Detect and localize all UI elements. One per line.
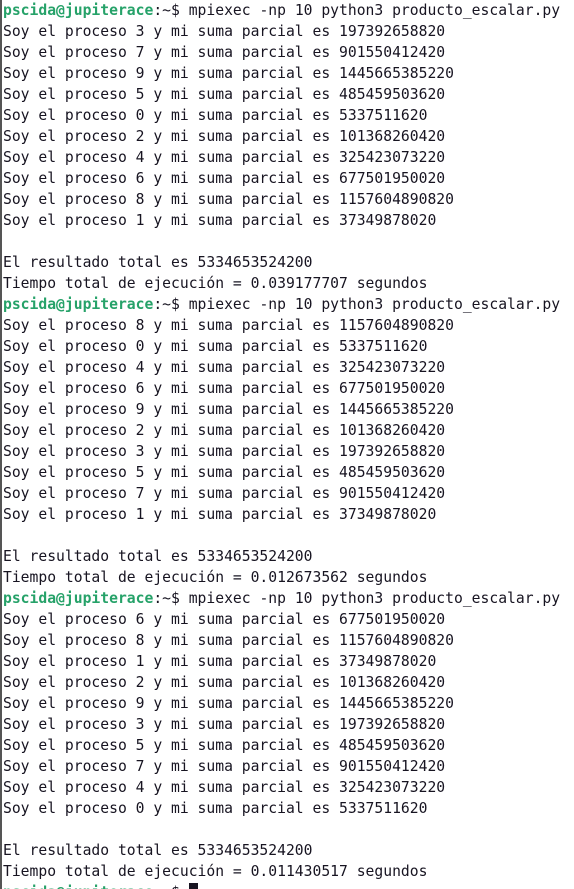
prompt-user-host: pscida@jupiterace <box>3 590 154 607</box>
output-line: El resultado total es 5334653524200 <box>3 254 313 271</box>
output-line: Soy el proceso 3 y mi suma parcial es 19… <box>3 716 446 733</box>
output-line: Soy el proceso 0 y mi suma parcial es 53… <box>3 107 428 124</box>
output-line: Tiempo total de ejecución = 0.011430517 … <box>3 863 428 880</box>
output-line: Soy el proceso 2 y mi suma parcial es 10… <box>3 422 446 439</box>
output-line: Soy el proceso 4 y mi suma parcial es 32… <box>3 149 446 166</box>
output-line: Tiempo total de ejecución = 0.012673562 … <box>3 569 428 586</box>
output-line: Soy el proceso 7 y mi suma parcial es 90… <box>3 758 446 775</box>
prompt-separator: :~$ <box>153 296 189 313</box>
output-line: Soy el proceso 1 y mi suma parcial es 37… <box>3 506 437 523</box>
output-line: El resultado total es 5334653524200 <box>3 548 313 565</box>
command-text: mpiexec -np 10 python3 producto_escalar.… <box>188 2 561 19</box>
prompt-user-host: pscida@jupiterace <box>3 296 154 313</box>
prompt-separator: :~$ <box>153 884 188 889</box>
output-line: Soy el proceso 2 y mi suma parcial es 10… <box>3 674 446 691</box>
prompt-separator: :~$ <box>153 590 189 607</box>
terminal-window[interactable]: pscida@jupiterace:~$ mpiexec -np 10 pyth… <box>0 0 574 889</box>
prompt-separator: :~$ <box>153 2 189 19</box>
prompt-line: pscida@jupiterace:~$ mpiexec -np 10 pyth… <box>3 0 560 21</box>
output-line: Soy el proceso 7 y mi suma parcial es 90… <box>3 485 446 502</box>
output-line: Soy el proceso 0 y mi suma parcial es 53… <box>3 338 428 355</box>
terminal-output: pscida@jupiterace:~$ mpiexec -np 10 pyth… <box>3 0 560 889</box>
output-line: Soy el proceso 6 y mi suma parcial es 67… <box>3 380 446 397</box>
output-line: Soy el proceso 1 y mi suma parcial es 37… <box>3 653 437 670</box>
prompt-line: pscida@jupiterace:~$ <box>3 882 560 889</box>
prompt-user-host: pscida@jupiterace <box>3 884 153 889</box>
output-line: Soy el proceso 5 y mi suma parcial es 48… <box>3 737 446 754</box>
output-line: Soy el proceso 3 y mi suma parcial es 19… <box>3 443 446 460</box>
output-line: Soy el proceso 0 y mi suma parcial es 53… <box>3 800 428 817</box>
prompt-line: pscida@jupiterace:~$ mpiexec -np 10 pyth… <box>3 294 560 315</box>
command-text: mpiexec -np 10 python3 producto_escalar.… <box>188 590 561 607</box>
output-line: Soy el proceso 1 y mi suma parcial es 37… <box>3 212 437 229</box>
command-text: mpiexec -np 10 python3 producto_escalar.… <box>188 296 561 313</box>
output-line: Soy el proceso 2 y mi suma parcial es 10… <box>3 128 446 145</box>
output-line: Soy el proceso 7 y mi suma parcial es 90… <box>3 44 446 61</box>
output-line: Soy el proceso 9 y mi suma parcial es 14… <box>3 65 454 82</box>
output-line: Soy el proceso 4 y mi suma parcial es 32… <box>3 779 446 796</box>
output-line: Soy el proceso 8 y mi suma parcial es 11… <box>3 191 454 208</box>
output-line: Soy el proceso 6 y mi suma parcial es 67… <box>3 611 446 628</box>
prompt-line: pscida@jupiterace:~$ mpiexec -np 10 pyth… <box>3 588 560 609</box>
prompt-user-host: pscida@jupiterace <box>3 2 154 19</box>
output-line: Soy el proceso 9 y mi suma parcial es 14… <box>3 401 454 418</box>
output-line: Soy el proceso 9 y mi suma parcial es 14… <box>3 695 454 712</box>
output-line: El resultado total es 5334653524200 <box>3 842 313 859</box>
output-line: Soy el proceso 3 y mi suma parcial es 19… <box>3 23 446 40</box>
output-line: Soy el proceso 5 y mi suma parcial es 48… <box>3 464 446 481</box>
output-line: Soy el proceso 8 y mi suma parcial es 11… <box>3 632 454 649</box>
output-line: Soy el proceso 4 y mi suma parcial es 32… <box>3 359 446 376</box>
output-line: Soy el proceso 8 y mi suma parcial es 11… <box>3 317 454 334</box>
output-line: Soy el proceso 5 y mi suma parcial es 48… <box>3 86 446 103</box>
text-cursor[interactable] <box>188 883 198 889</box>
output-line: Soy el proceso 6 y mi suma parcial es 67… <box>3 170 446 187</box>
output-line: Tiempo total de ejecución = 0.039177707 … <box>3 275 428 292</box>
